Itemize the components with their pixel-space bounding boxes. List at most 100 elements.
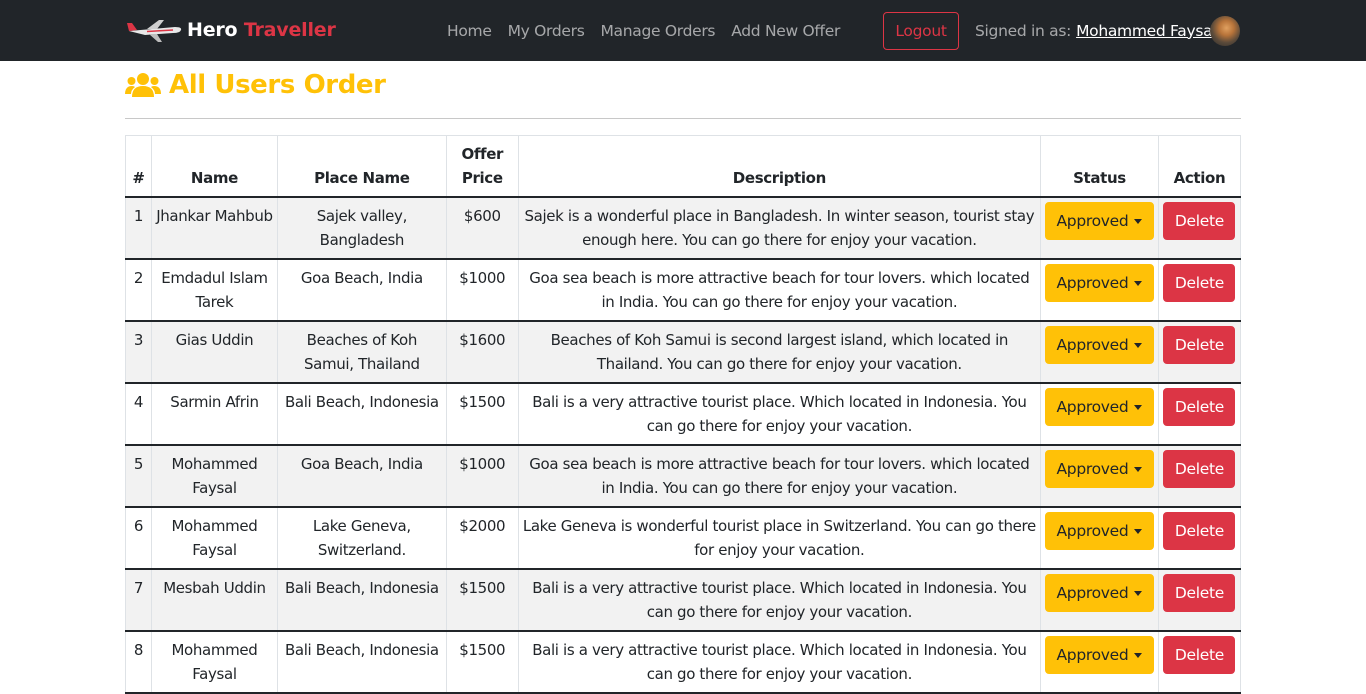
row-status-cell: Approved <box>1039 196 1159 260</box>
row-place: Goa Beach, India <box>276 444 447 508</box>
row-description: Sajek is a wonderful place in Bangladesh… <box>517 196 1041 260</box>
status-dropdown[interactable]: Approved <box>1044 450 1154 488</box>
table-row: 4 Sarmin Afrin Bali Beach, Indonesia $15… <box>125 382 1242 446</box>
row-action-cell: Delete <box>1157 258 1242 322</box>
row-name: Mohammed Faysal <box>150 506 278 570</box>
row-status-cell: Approved <box>1039 444 1159 508</box>
delete-button[interactable]: Delete <box>1163 450 1236 488</box>
nav-manage-orders[interactable]: Manage Orders <box>600 22 715 40</box>
logout-button[interactable]: Logout <box>883 12 959 50</box>
caret-down-icon <box>1134 280 1143 286</box>
table-row: 8 Mohammed Faysal Bali Beach, Indonesia … <box>125 630 1242 694</box>
row-action-cell: Delete <box>1157 568 1242 632</box>
row-name: Mohammed Faysal <box>150 444 278 508</box>
status-label: Approved <box>1056 274 1129 292</box>
row-description: Bali is a very attractive tourist place.… <box>517 382 1041 446</box>
status-label: Approved <box>1056 584 1129 602</box>
row-description: Lake Geneva is wonderful tourist place i… <box>517 506 1041 570</box>
row-description: Bali is a very attractive tourist place.… <box>517 630 1041 694</box>
delete-button[interactable]: Delete <box>1163 512 1236 550</box>
row-num: 5 <box>125 444 152 508</box>
caret-down-icon <box>1134 218 1143 224</box>
row-action-cell: Delete <box>1157 320 1242 384</box>
caret-down-icon <box>1134 590 1143 596</box>
navbar: Hero Traveller Home My Orders Manage Ord… <box>0 0 1366 61</box>
header-place: Place Name <box>276 135 447 198</box>
table-row: 3 Gias Uddin Beaches of Koh Samui, Thail… <box>125 320 1242 384</box>
delete-button[interactable]: Delete <box>1163 264 1236 302</box>
status-dropdown[interactable]: Approved <box>1044 202 1154 240</box>
row-status-cell: Approved <box>1039 630 1159 694</box>
row-status-cell: Approved <box>1039 506 1159 570</box>
header-status: Status <box>1039 135 1159 198</box>
header-description: Description <box>517 135 1041 198</box>
row-price: $1000 <box>445 444 519 508</box>
header-price-line2: Price <box>461 169 503 187</box>
status-label: Approved <box>1056 336 1129 354</box>
row-place: Sajek valley, Bangladesh <box>276 196 447 260</box>
users-icon <box>125 73 161 97</box>
brand-name-hero: Hero <box>187 19 238 41</box>
row-price: $2000 <box>445 506 519 570</box>
status-dropdown[interactable]: Approved <box>1044 326 1154 364</box>
row-place: Bali Beach, Indonesia <box>276 382 447 446</box>
row-action-cell: Delete <box>1157 506 1242 570</box>
status-label: Approved <box>1056 460 1129 478</box>
caret-down-icon <box>1134 342 1143 348</box>
delete-button[interactable]: Delete <box>1163 202 1236 240</box>
brand-logo[interactable]: Hero Traveller <box>125 14 336 46</box>
caret-down-icon <box>1134 528 1143 534</box>
row-price: $1500 <box>445 568 519 632</box>
avatar[interactable] <box>1210 16 1240 46</box>
row-name: Emdadul Islam Tarek <box>150 258 278 322</box>
status-dropdown[interactable]: Approved <box>1044 636 1154 674</box>
row-action-cell: Delete <box>1157 196 1242 260</box>
nav-my-orders[interactable]: My Orders <box>508 22 585 40</box>
row-status-cell: Approved <box>1039 568 1159 632</box>
row-num: 3 <box>125 320 152 384</box>
row-description: Goa sea beach is more attractive beach f… <box>517 444 1041 508</box>
table-row: 1 Jhankar Mahbub Sajek valley, Banglades… <box>125 196 1242 260</box>
status-dropdown[interactable]: Approved <box>1044 512 1154 550</box>
delete-button[interactable]: Delete <box>1163 636 1236 674</box>
row-num: 8 <box>125 630 152 694</box>
brand-name-traveller: Traveller <box>243 19 336 41</box>
nav-links: Home My Orders Manage Orders Add New Off… <box>447 0 856 61</box>
row-description: Goa sea beach is more attractive beach f… <box>517 258 1041 322</box>
row-description: Bali is a very attractive tourist place.… <box>517 568 1041 632</box>
table-row: 7 Mesbah Uddin Bali Beach, Indonesia $15… <box>125 568 1242 632</box>
row-name: Sarmin Afrin <box>150 382 278 446</box>
signed-in-info: Signed in as: Mohammed Faysal <box>975 0 1217 61</box>
page-title: All Users Order <box>169 70 386 100</box>
row-price: $1500 <box>445 630 519 694</box>
row-place: Goa Beach, India <box>276 258 447 322</box>
nav-add-new-offer[interactable]: Add New Offer <box>731 22 840 40</box>
nav-home[interactable]: Home <box>447 22 492 40</box>
row-price: $600 <box>445 196 519 260</box>
header-price: Offer Price <box>445 135 519 198</box>
row-status-cell: Approved <box>1039 320 1159 384</box>
divider <box>125 118 1241 119</box>
status-dropdown[interactable]: Approved <box>1044 388 1154 426</box>
page-heading: All Users Order <box>125 70 386 100</box>
row-price: $1000 <box>445 258 519 322</box>
row-name: Jhankar Mahbub <box>150 196 278 260</box>
user-name-link[interactable]: Mohammed Faysal <box>1076 22 1217 40</box>
row-num: 6 <box>125 506 152 570</box>
status-dropdown[interactable]: Approved <box>1044 574 1154 612</box>
row-num: 2 <box>125 258 152 322</box>
status-dropdown[interactable]: Approved <box>1044 264 1154 302</box>
brand-name: Hero Traveller <box>187 19 336 41</box>
delete-button[interactable]: Delete <box>1163 574 1236 612</box>
row-price: $1500 <box>445 382 519 446</box>
row-status-cell: Approved <box>1039 382 1159 446</box>
delete-button[interactable]: Delete <box>1163 388 1236 426</box>
row-place: Lake Geneva, Switzerland. <box>276 506 447 570</box>
row-place: Bali Beach, Indonesia <box>276 630 447 694</box>
header-action: Action <box>1157 135 1242 198</box>
table-header-row: # Name Place Name Offer Price Description… <box>125 135 1242 198</box>
table-row: 5 Mohammed Faysal Goa Beach, India $1000… <box>125 444 1242 508</box>
delete-button[interactable]: Delete <box>1163 326 1236 364</box>
row-num: 7 <box>125 568 152 632</box>
row-price: $1600 <box>445 320 519 384</box>
